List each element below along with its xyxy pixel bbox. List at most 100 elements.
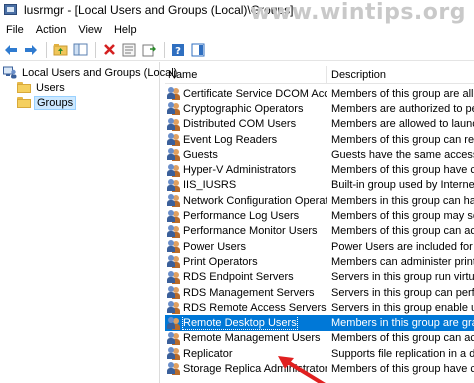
groups-list: Name Description Certificate Service DCO… xyxy=(165,66,474,383)
tree-item-groups[interactable]: Groups xyxy=(17,95,77,110)
list-row[interactable]: Guests Guests have the same access as xyxy=(165,147,474,162)
group-icon xyxy=(167,240,181,254)
svg-text:?: ? xyxy=(175,46,181,57)
group-icon xyxy=(167,163,181,177)
list-row[interactable]: Performance Monitor Users Members of this… xyxy=(165,224,474,239)
show-tree-icon[interactable] xyxy=(71,41,89,59)
group-icon xyxy=(167,362,181,376)
list-row[interactable]: Certificate Service DCOM Access Members o… xyxy=(165,86,474,101)
list-row[interactable]: Network Configuration Operat... Members i… xyxy=(165,193,474,208)
list-row[interactable]: Hyper-V Administrators Members of this gr… xyxy=(165,162,474,177)
toolbar: ? xyxy=(0,39,474,61)
tree-root-local-users-and-groups[interactable]: Local Users and Groups (Local) xyxy=(3,65,179,80)
group-icon xyxy=(167,148,181,162)
delete-icon[interactable] xyxy=(100,41,118,59)
group-description: Servers in this group enable user xyxy=(331,301,474,314)
group-description: Built-in group used by Internet I xyxy=(331,179,474,192)
toolbar-separator xyxy=(46,41,47,58)
group-description: Members can administer printer xyxy=(331,255,474,268)
group-description: Servers in this group run virtual r xyxy=(331,271,474,284)
group-name-cell: Performance Monitor Users xyxy=(165,224,327,238)
group-icon xyxy=(167,331,181,345)
menu-view[interactable]: View xyxy=(72,24,108,36)
folder-icon xyxy=(17,82,31,93)
list-row[interactable]: Performance Log Users Members of this gro… xyxy=(165,208,474,223)
group-name-cell: Cryptographic Operators xyxy=(165,102,327,116)
list-row[interactable]: Distributed COM Users Members are allowed… xyxy=(165,117,474,132)
group-name-cell: Event Log Readers xyxy=(165,133,327,147)
list-row[interactable]: Remote Desktop Users Members in this grou… xyxy=(165,315,474,331)
computer-users-icon xyxy=(3,66,17,79)
group-name: Print Operators xyxy=(183,255,258,268)
group-icon xyxy=(167,102,181,116)
column-header-description[interactable]: Description xyxy=(327,66,474,83)
tree-item-groups-label: Groups xyxy=(34,95,77,110)
group-description: Members of this group have co xyxy=(331,164,474,177)
list-row[interactable]: RDS Endpoint Servers Servers in this grou… xyxy=(165,270,474,285)
group-name: Performance Log Users xyxy=(183,210,300,223)
tree-root-label: Local Users and Groups (Local) xyxy=(22,66,178,79)
group-name-cell: Performance Log Users xyxy=(165,209,327,223)
group-icon xyxy=(167,133,181,147)
column-header-name[interactable]: Name xyxy=(165,66,327,83)
properties-icon[interactable] xyxy=(120,41,138,59)
group-icon xyxy=(167,301,181,315)
group-name-cell: Guests xyxy=(165,148,327,162)
group-description: Members of this group may sche xyxy=(331,210,474,223)
toolbar-separator xyxy=(164,41,165,58)
group-icon xyxy=(167,209,181,223)
up-folder-icon[interactable] xyxy=(51,41,69,59)
group-description: Members are allowed to launch, xyxy=(331,118,474,131)
group-icon xyxy=(167,270,181,284)
group-name-cell: RDS Management Servers xyxy=(165,286,327,299)
list-row[interactable]: RDS Management Servers Servers in this gr… xyxy=(165,285,474,300)
group-icon xyxy=(167,347,181,361)
group-description: Members in this group can have xyxy=(331,194,474,207)
group-icon xyxy=(167,178,181,192)
group-name: Event Log Readers xyxy=(183,133,278,146)
folder-icon xyxy=(17,97,31,108)
group-name-cell: RDS Endpoint Servers xyxy=(165,270,327,284)
group-name: RDS Endpoint Servers xyxy=(183,271,294,284)
group-name-cell: Power Users xyxy=(165,240,327,254)
help-icon[interactable]: ? xyxy=(169,41,187,59)
group-description: Members in this group are grante xyxy=(331,317,474,330)
group-name: RDS Management Servers xyxy=(183,286,315,299)
group-icon xyxy=(167,286,181,299)
forward-arrow-icon[interactable] xyxy=(22,41,40,59)
group-name: IIS_IUSRS xyxy=(183,179,237,192)
list-row[interactable]: IIS_IUSRS Built-in group used by Internet… xyxy=(165,178,474,193)
list-header: Name Description xyxy=(165,66,474,84)
group-name-cell: RDS Remote Access Servers xyxy=(165,301,327,315)
group-name-cell: Print Operators xyxy=(165,255,327,269)
group-name-cell: IIS_IUSRS xyxy=(165,178,327,192)
list-row[interactable]: Cryptographic Operators Members are autho… xyxy=(165,101,474,116)
group-description: Members of this group have co xyxy=(331,362,474,375)
group-name: Distributed COM Users xyxy=(183,118,297,131)
title-bar: lusrmgr - [Local Users and Groups (Local… xyxy=(0,0,474,25)
menu-help[interactable]: Help xyxy=(108,24,143,36)
group-name-cell: Remote Management Users xyxy=(165,331,327,345)
group-name-cell: Remote Desktop Users xyxy=(165,316,327,330)
group-name: Performance Monitor Users xyxy=(183,225,318,238)
group-name-cell: Hyper-V Administrators xyxy=(165,163,327,177)
action-pane-icon[interactable] xyxy=(189,41,207,59)
list-row[interactable]: Event Log Readers Members of this group c… xyxy=(165,132,474,147)
menu-action[interactable]: Action xyxy=(30,24,73,36)
group-name: Replicator xyxy=(183,347,233,360)
tree-item-users[interactable]: Users xyxy=(17,80,67,95)
group-icon xyxy=(167,255,181,269)
group-name: Remote Desktop Users xyxy=(182,316,298,330)
group-description: Supports file replication in a dom xyxy=(331,347,474,360)
group-name: RDS Remote Access Servers xyxy=(183,301,327,314)
list-row[interactable]: Print Operators Members can administer pr… xyxy=(165,254,474,269)
group-name: Certificate Service DCOM Access xyxy=(183,87,327,100)
list-row[interactable]: RDS Remote Access Servers Servers in this… xyxy=(165,300,474,315)
menu-file[interactable]: File xyxy=(0,24,30,36)
group-description: Power Users are included for bac xyxy=(331,240,474,253)
list-row[interactable]: Power Users Power Users are included for … xyxy=(165,239,474,254)
group-description: Members are authorized to perfo xyxy=(331,102,474,115)
back-arrow-icon[interactable] xyxy=(2,41,20,59)
list-row[interactable]: Remote Management Users Members of this g… xyxy=(165,331,474,346)
export-icon[interactable] xyxy=(140,41,158,59)
